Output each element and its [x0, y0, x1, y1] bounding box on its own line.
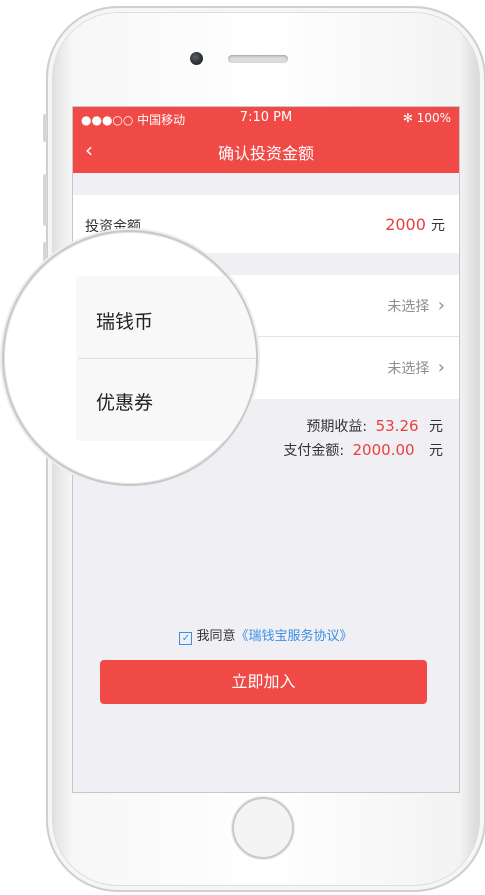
expected-label: 预期收益: [306, 419, 368, 435]
amount-unit: 元 [431, 218, 445, 234]
coin-option-value: 未选择 › [387, 295, 445, 316]
pay-unit: 元 [429, 443, 443, 459]
coin-value-text: 未选择 [387, 299, 430, 315]
coupon-value-text: 未选择 [387, 361, 430, 377]
coupon-option-value: 未选择 › [387, 357, 445, 378]
pay-value: 2000.00 [352, 441, 415, 459]
chevron-right-icon: › [437, 357, 445, 378]
chevron-right-icon: › [437, 295, 445, 316]
pay-label: 支付金额: [283, 443, 345, 459]
volume-up-button [43, 174, 47, 226]
home-button[interactable] [232, 797, 294, 859]
nav-bar: ●●●○○ 中国移动 7:10 PM ✻ 100% ‹ 确认投资金额 [73, 107, 459, 173]
magnified-coupon-label: 优惠券 [96, 392, 154, 414]
expected-unit: 元 [429, 419, 443, 435]
front-camera-icon [190, 52, 203, 65]
earpiece-speaker [228, 55, 288, 63]
payment-amount: 支付金额: 2000.00 元 [283, 440, 443, 460]
magnifier-lens: 瑞钱币 优惠券 [2, 230, 258, 486]
join-button[interactable]: 立即加入 [100, 660, 427, 704]
expected-value: 53.26 [375, 417, 419, 435]
agreement-row: ✓ 我同意《瑞钱宝服务协议》 [73, 625, 459, 645]
agree-checkbox[interactable]: ✓ [179, 632, 193, 645]
status-bar: ●●●○○ 中国移动 7:10 PM ✻ 100% [73, 107, 459, 129]
amount-value: 2000 元 [385, 215, 445, 235]
mute-switch [43, 114, 47, 142]
agree-prefix: 我同意 [196, 629, 236, 644]
page-title: 确认投资金额 [217, 144, 314, 163]
status-time: 7:10 PM [239, 110, 293, 125]
agreement-link[interactable]: 《瑞钱宝服务协议》 [236, 629, 353, 644]
magnified-coin-label: 瑞钱币 [96, 311, 154, 333]
battery-indicator: ✻ 100% [402, 111, 451, 125]
expected-earnings: 预期收益: 53.26 元 [306, 416, 443, 436]
amount-number: 2000 [385, 215, 426, 234]
